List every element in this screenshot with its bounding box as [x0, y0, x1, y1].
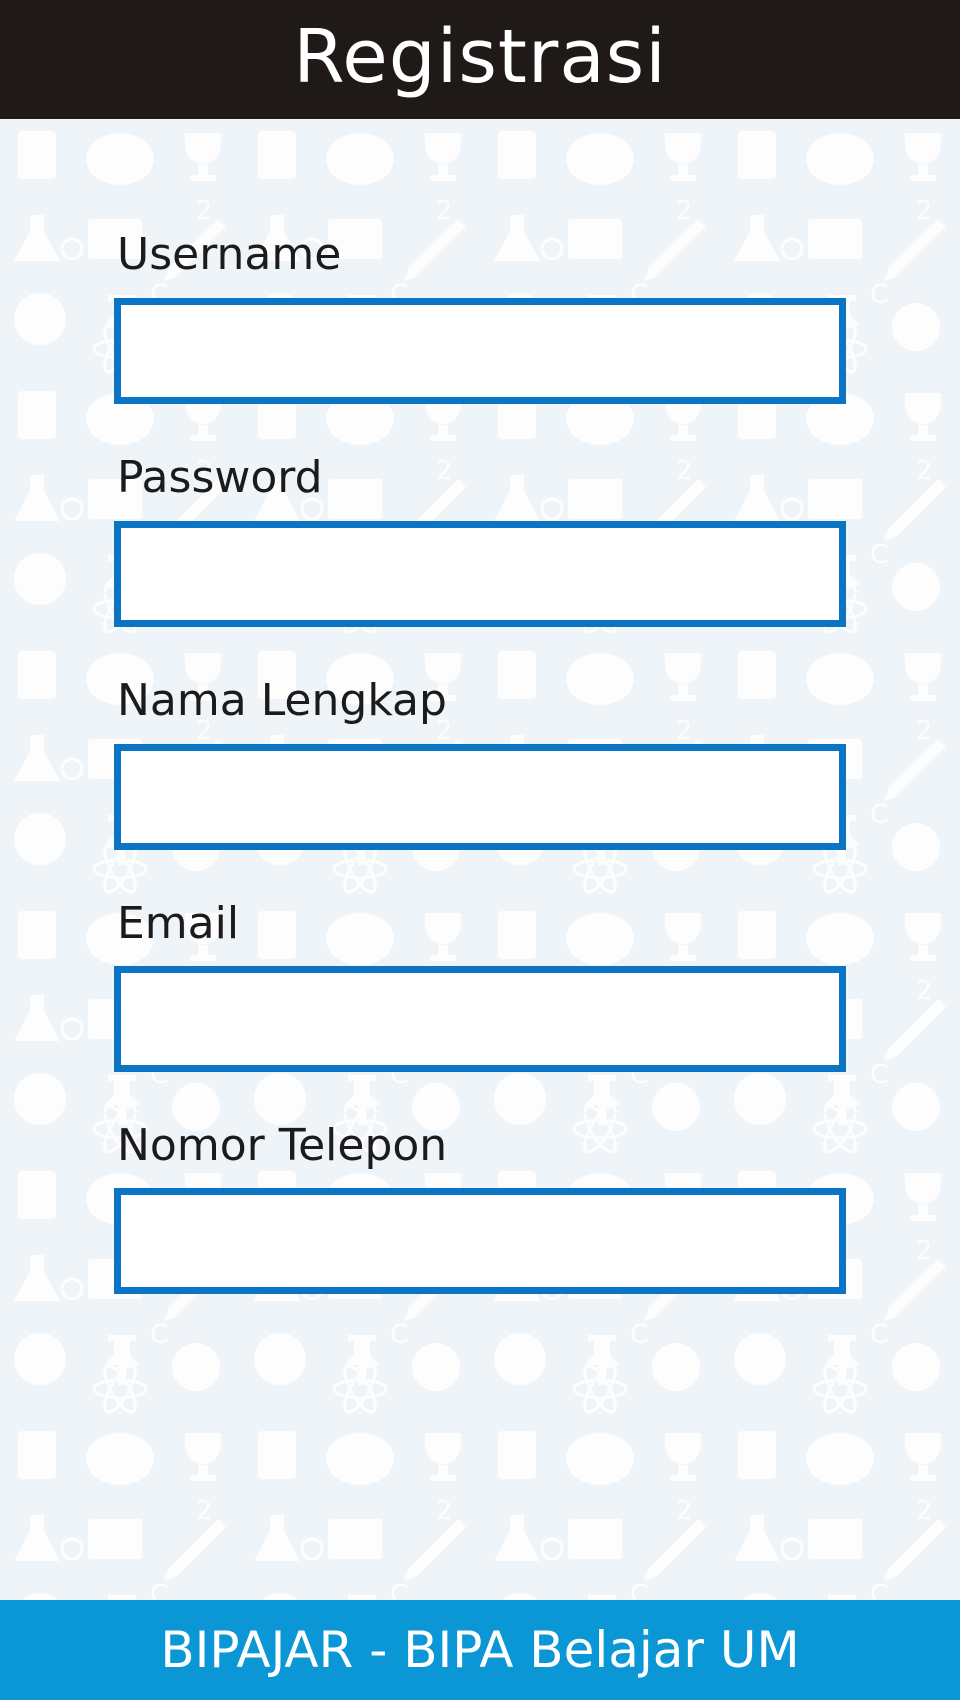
- phone-number-label: Nomor Telepon: [117, 1120, 448, 1171]
- full-name-input[interactable]: [114, 744, 846, 850]
- password-input[interactable]: [114, 521, 846, 627]
- phone-number-input[interactable]: [114, 1188, 846, 1294]
- email-input[interactable]: [114, 966, 846, 1072]
- footer-brand-text: BIPAJAR - BIPA Belajar UM: [160, 1621, 800, 1679]
- email-label: Email: [117, 898, 240, 949]
- username-input[interactable]: [114, 298, 846, 404]
- username-label: Username: [117, 229, 342, 280]
- full-name-label: Nama Lengkap: [117, 675, 447, 726]
- registration-form: Username Password Nama Lengkap Email Nom…: [0, 0, 960, 1600]
- password-label: Password: [117, 452, 323, 503]
- footer-bar: BIPAJAR - BIPA Belajar UM: [0, 1600, 960, 1700]
